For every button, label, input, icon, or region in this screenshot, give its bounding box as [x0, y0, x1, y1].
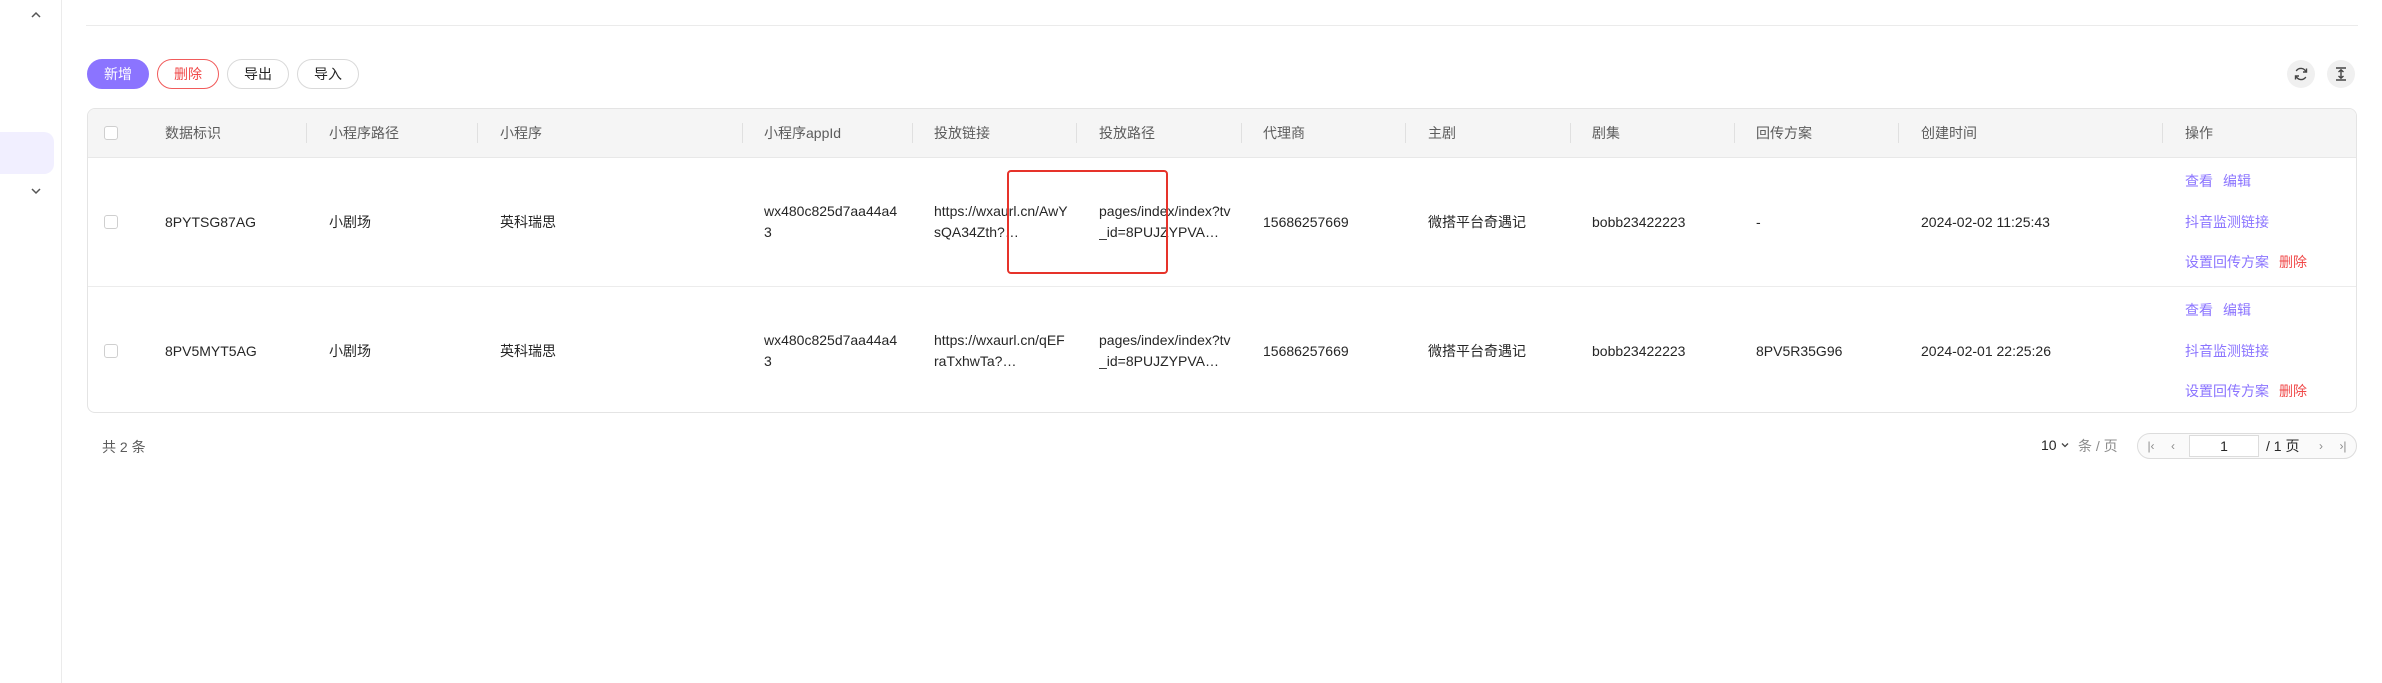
col-header: 投放路径	[1099, 125, 1155, 141]
cell-callback: 8PV5R35G96	[1756, 343, 1843, 359]
col-header: 操作	[2185, 125, 2213, 141]
page-size-value: 10	[2041, 437, 2057, 453]
select-all-checkbox[interactable]	[104, 126, 118, 140]
cell-agent: 15686257669	[1263, 343, 1349, 359]
cell-created: 2024-02-01 22:25:26	[1921, 343, 2051, 359]
cell-created: 2024-02-02 11:25:43	[1921, 214, 2050, 230]
edit-link[interactable]: 编辑	[2223, 300, 2251, 320]
set-callback-link[interactable]: 设置回传方案	[2185, 252, 2269, 272]
cell-episode: bobb23422223	[1592, 214, 1686, 230]
cell-id: 8PV5MYT5AG	[165, 343, 257, 359]
douyin-monitor-link[interactable]: 抖音监测链接	[2185, 341, 2269, 361]
col-header: 小程序路径	[329, 125, 399, 141]
col-header: 主剧	[1428, 125, 1456, 141]
data-table: 数据标识 小程序路径 小程序 小程序appId 投放链接 投放路径 代理商 主剧…	[87, 108, 2357, 413]
total-count: 共 2 条	[102, 439, 146, 455]
cell-drama: 微搭平台奇遇记	[1428, 214, 1526, 230]
view-link[interactable]: 查看	[2185, 300, 2213, 320]
chevron-down-icon	[2062, 443, 2069, 448]
col-header: 回传方案	[1756, 125, 1812, 141]
add-button[interactable]: 新增	[87, 59, 149, 89]
first-page-icon[interactable]: |‹	[2140, 434, 2162, 458]
prev-page-icon[interactable]: ‹	[2162, 434, 2184, 458]
table-header: 数据标识 小程序路径 小程序 小程序appId 投放链接 投放路径 代理商 主剧…	[88, 109, 2356, 158]
delete-button[interactable]: 删除	[157, 59, 219, 89]
delete-row-link[interactable]: 删除	[2279, 381, 2307, 401]
import-button[interactable]: 导入	[297, 59, 359, 89]
col-header: 创建时间	[1921, 125, 1977, 141]
view-link[interactable]: 查看	[2185, 171, 2213, 191]
cell-path-type: 小剧场	[329, 343, 371, 359]
page-size-select[interactable]: 10	[2041, 437, 2070, 453]
export-button[interactable]: 导出	[227, 59, 289, 89]
column-height-icon[interactable]	[2327, 60, 2355, 88]
next-page-icon[interactable]: ›	[2310, 434, 2332, 458]
chevron-down-icon[interactable]	[30, 184, 42, 201]
cell-link[interactable]: https://wxaurl.cn/qEFraTxhwTa?…	[934, 330, 1068, 372]
page-input[interactable]: 1	[2189, 435, 2259, 457]
cell-route: pages/index/index?tv_id=8PUJZYPVA…	[1099, 332, 1231, 369]
cell-app: 英科瑞思	[500, 214, 556, 230]
edit-link[interactable]: 编辑	[2223, 171, 2251, 191]
cell-callback: -	[1756, 214, 1761, 230]
total-pages: / 1 页	[2266, 438, 2300, 454]
col-header: 剧集	[1592, 125, 1620, 141]
highlight-box	[1007, 170, 1168, 274]
col-header: 小程序	[500, 125, 542, 141]
row-checkbox[interactable]	[104, 215, 118, 229]
col-header: 数据标识	[165, 125, 221, 141]
cell-id: 8PYTSG87AG	[165, 214, 257, 230]
cell-app: 英科瑞思	[500, 343, 556, 359]
col-header: 代理商	[1263, 125, 1305, 141]
last-page-icon[interactable]: ›|	[2332, 434, 2354, 458]
cell-appid: wx480c825d7aa44a43	[764, 332, 898, 369]
sidebar-active-item[interactable]	[0, 132, 54, 174]
set-callback-link[interactable]: 设置回传方案	[2185, 381, 2269, 401]
douyin-monitor-link[interactable]: 抖音监测链接	[2185, 212, 2269, 232]
cell-episode: bobb23422223	[1592, 343, 1686, 359]
cell-agent: 15686257669	[1263, 214, 1349, 230]
row-checkbox[interactable]	[104, 344, 118, 358]
delete-row-link[interactable]: 删除	[2279, 252, 2307, 272]
divider	[86, 25, 2358, 26]
pagination: |‹ ‹ 1 / 1 页 › ›|	[2137, 433, 2357, 459]
table-row: 8PYTSG87AG 小剧场 英科瑞思 wx480c825d7aa44a43 h…	[88, 158, 2356, 287]
cell-appid: wx480c825d7aa44a43	[764, 203, 898, 240]
col-header: 小程序appId	[764, 125, 842, 141]
refresh-icon[interactable]	[2287, 60, 2315, 88]
sidebar	[0, 0, 62, 683]
col-header: 投放链接	[934, 125, 990, 141]
chevron-up-icon[interactable]	[30, 8, 42, 25]
cell-drama: 微搭平台奇遇记	[1428, 343, 1526, 359]
cell-path-type: 小剧场	[329, 214, 371, 230]
per-page-label: 条 / 页	[2078, 438, 2118, 454]
table-row: 8PV5MYT5AG 小剧场 英科瑞思 wx480c825d7aa44a43 h…	[88, 287, 2356, 412]
